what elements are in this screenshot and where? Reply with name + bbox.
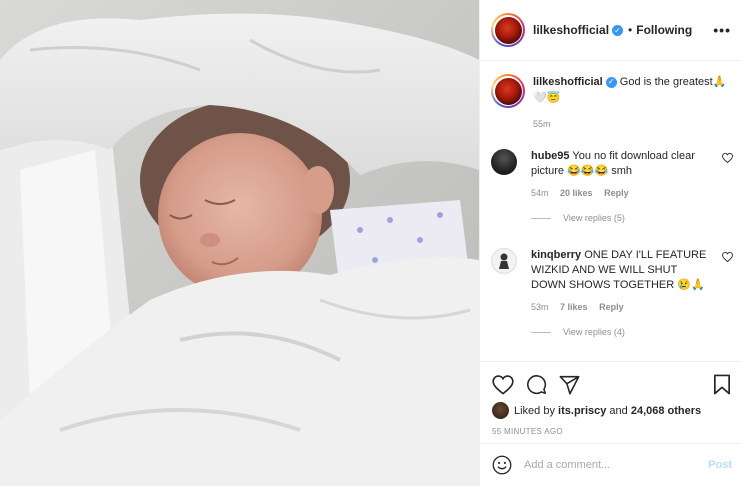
emoji-smiley-icon[interactable] [492,455,512,475]
verified-badge-icon: ✓ [612,24,624,36]
comment-time[interactable]: 54m [531,188,549,198]
caption-time[interactable]: 55m [533,119,551,129]
post-comment-button[interactable]: Post [708,459,732,471]
liker-username[interactable]: its.priscy [558,405,606,417]
following-button[interactable]: Following [636,23,692,37]
view-replies-label: View replies (4) [563,327,625,337]
caption-author-avatar[interactable] [491,74,525,108]
comment-username[interactable]: kinqberry [531,249,581,261]
likes-prefix: Liked by [514,404,555,417]
post-timestamp[interactable]: 55 MINUTES AGO [480,419,741,436]
comment-item: hube95 You no fit download clear picture… [491,149,736,223]
comment-reply-button[interactable]: Reply [604,188,629,198]
comment-input[interactable]: Add a comment... [524,459,708,471]
post-header: lilkeshofficial ✓ • Following ••• [480,0,741,61]
caption-text-block: lilkeshofficial ✓ God is the greatest🙏🤍😇 … [533,74,733,132]
comment-item: kinqberry ONE DAY I'LL FEATURE WIZKID AN… [491,248,736,337]
commenter-avatar[interactable] [491,248,517,274]
header-separator: • [628,23,633,37]
post-caption: lilkeshofficial ✓ God is the greatest🙏🤍😇 … [491,74,736,132]
caption-username[interactable]: lilkeshofficial [533,76,603,88]
comment-text-block: hube95 You no fit download clear picture… [531,149,707,179]
add-comment-bar: Add a comment... Post [480,443,741,486]
view-replies-button[interactable]: View replies (5) [531,213,736,223]
view-replies-label: View replies (5) [563,213,625,223]
save-bookmark-icon[interactable] [713,374,731,395]
comment-username[interactable]: hube95 [531,150,570,162]
post-side-panel: lilkeshofficial ✓ • Following ••• lilkes… [479,0,741,486]
action-buttons [480,362,741,398]
comment-like-heart-icon[interactable] [722,252,733,262]
comment-likes[interactable]: 20 likes [560,188,593,198]
view-replies-button[interactable]: View replies (4) [531,327,736,337]
likes-others-count[interactable]: 24,068 others [631,405,701,417]
commenter-avatar[interactable] [491,149,517,175]
author-avatar[interactable] [491,13,525,47]
comment-time[interactable]: 53m [531,302,549,312]
liker-avatar[interactable] [492,402,509,419]
like-heart-icon[interactable] [492,374,514,395]
comment-likes[interactable]: 7 likes [560,302,588,312]
likes-and: and [609,404,628,417]
more-horizontal-icon[interactable]: ••• [713,22,731,38]
author-username[interactable]: lilkeshofficial [533,23,609,37]
post-photo[interactable] [0,0,479,486]
comment-bubble-icon[interactable] [526,374,547,395]
comment-reply-button[interactable]: Reply [599,302,624,312]
share-paper-plane-icon[interactable] [559,375,580,395]
post-actions-section: Liked by its.priscy and 24,068 others 55… [480,361,741,436]
comment-text-block: kinqberry ONE DAY I'LL FEATURE WIZKID AN… [531,248,707,293]
comment-like-heart-icon[interactable] [722,153,733,163]
verified-badge-icon: ✓ [605,76,617,88]
likes-summary: Liked by its.priscy and 24,068 others [480,398,741,419]
